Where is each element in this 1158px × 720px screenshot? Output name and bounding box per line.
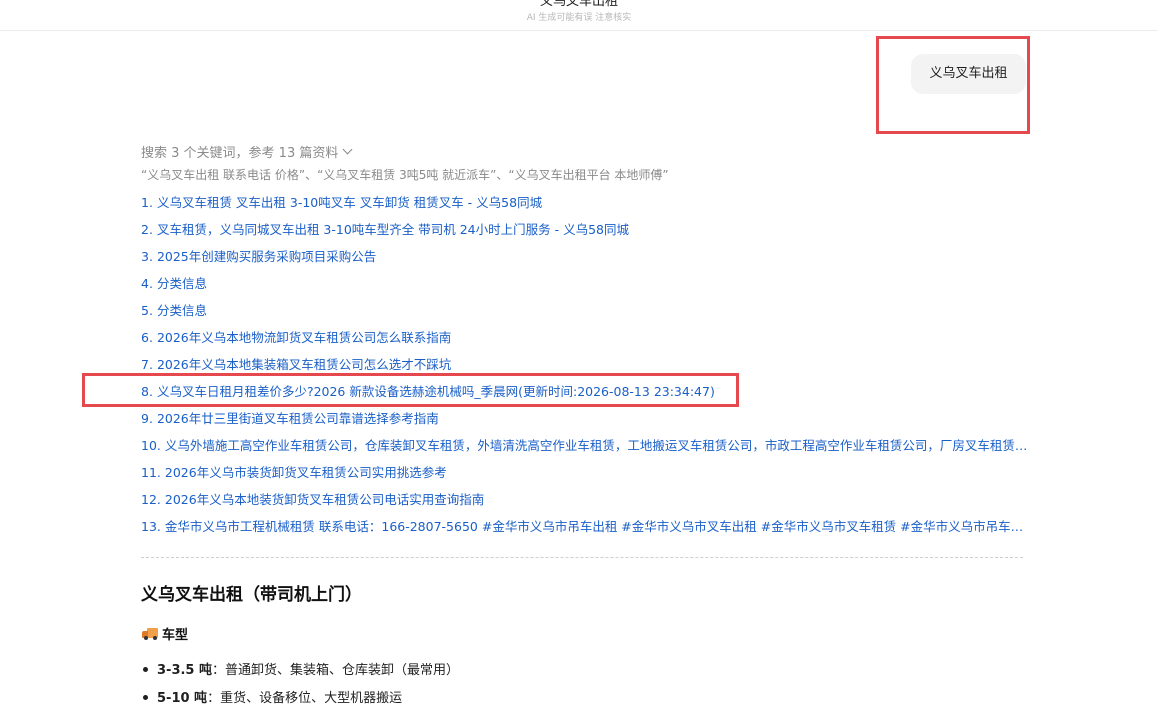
reference-link-9[interactable]: 9. 2026年廿三里街道叉车租赁公司靠谱选择参考指南 <box>141 408 1031 435</box>
ai-disclaimer: AI 生成可能有误 注意核实 <box>526 13 632 23</box>
list-item: 3-3.5 吨：普通卸货、集装箱、仓库装卸（最常用） <box>141 660 459 688</box>
conversation-title: 义乌叉车出租 <box>539 0 618 9</box>
reference-link-13[interactable]: 13. 金华市义乌市工程机械租赁 联系电话：166-2807-5650 #金华市义… <box>141 516 1031 543</box>
reference-link-5[interactable]: 5. 分类信息 <box>141 300 1031 327</box>
highlight-box-reference-8 <box>82 373 739 407</box>
top-bar: 义乌叉车出租 AI 生成可能有误 注意核实 <box>0 0 1158 31</box>
reference-link-1[interactable]: 1. 义乌叉车租赁 叉车出租 3-10吨叉车 叉车卸货 租赁叉车 - 义乌58同城 <box>141 192 1031 219</box>
reference-link-10[interactable]: 10. 义乌外墙施工高空作业车租赁公司，仓库装卸叉车租赁，外墙清洗高空作业车租赁，… <box>141 435 1031 462</box>
reference-list: 1. 义乌叉车租赁 叉车出租 3-10吨叉车 叉车卸货 租赁叉车 - 义乌58同城… <box>141 192 1031 543</box>
list-item: 5-10 吨：重货、设备移位、大型机器搬运 <box>141 688 459 716</box>
section-heading-vehicle-type: 车型 <box>142 624 188 643</box>
reference-link-2[interactable]: 2. 叉车租赁，义乌同城叉车出租 3-10吨车型齐全 带司机 24小时上门服务 -… <box>141 219 1031 246</box>
vehicle-type-list: 3-3.5 吨：普通卸货、集装箱、仓库装卸（最常用） 5-10 吨：重货、设备移… <box>141 660 459 716</box>
reference-link-6[interactable]: 6. 2026年义乌本地物流卸货叉车租赁公司怎么联系指南 <box>141 327 1031 354</box>
search-keywords: “义乌叉车出租 联系电话 价格”、“义乌叉车租赁 3吨5吨 就近派车”、“义乌叉… <box>141 168 669 182</box>
section-heading-label: 车型 <box>162 628 189 643</box>
reference-link-11[interactable]: 11. 2026年义乌市装货卸货叉车租赁公司实用挑选参考 <box>141 462 1031 489</box>
reference-link-3[interactable]: 3. 2025年创建购买服务采购项目采购公告 <box>141 246 1031 273</box>
reference-link-12[interactable]: 12. 2026年义乌本地装货卸货叉车租赁公司电话实用查询指南 <box>141 489 1031 516</box>
section-divider <box>141 557 1023 558</box>
search-summary-text: 搜索 3 个关键词，参考 13 篇资料 <box>141 146 339 161</box>
search-summary-toggle[interactable]: 搜索 3 个关键词，参考 13 篇资料 <box>141 142 353 161</box>
truck-icon <box>142 627 159 640</box>
chevron-down-icon <box>342 144 353 155</box>
user-message-bubble: 义乌叉车出租 <box>911 54 1026 94</box>
reference-link-4[interactable]: 4. 分类信息 <box>141 273 1031 300</box>
answer-title: 义乌叉车出租（带司机上门） <box>141 585 362 605</box>
